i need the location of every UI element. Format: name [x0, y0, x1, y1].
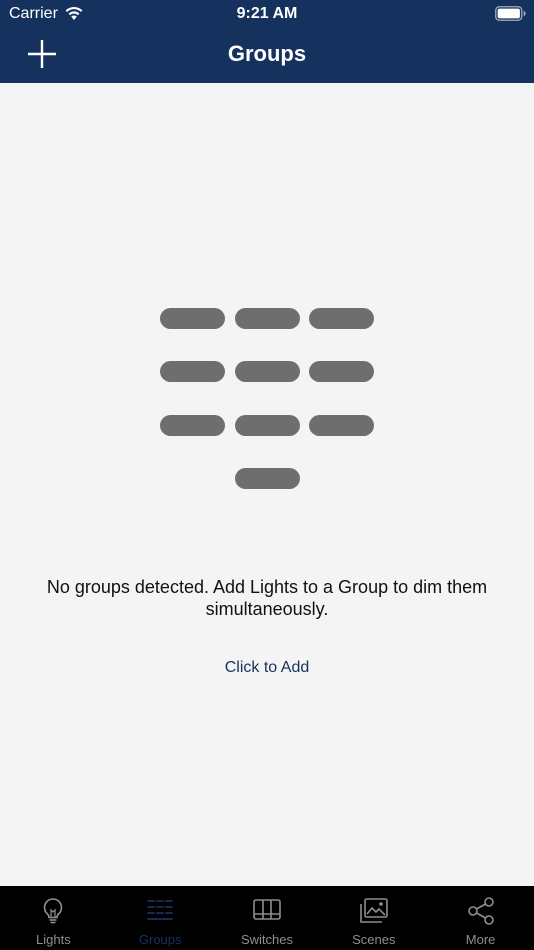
switches-icon — [253, 899, 281, 920]
groups-empty-illustration — [160, 308, 374, 490]
status-bar: Carrier 9:21 AM — [0, 0, 534, 28]
groups-icon — [147, 900, 174, 920]
group-pill-icon — [235, 308, 300, 329]
share-icon — [467, 897, 494, 925]
tab-label: Switches — [240, 932, 293, 947]
tab-switches[interactable]: Switches — [214, 886, 321, 950]
scenes-icon — [359, 898, 388, 923]
screen: Carrier 9:21 AM Groups No groups detecte… — [0, 0, 534, 950]
group-pill-icon — [160, 308, 225, 329]
tab-groups[interactable]: Groups — [107, 886, 214, 950]
group-pill-icon — [309, 308, 374, 329]
navigation-header: Carrier 9:21 AM Groups — [0, 0, 534, 83]
group-pill-icon — [160, 415, 225, 436]
lightbulb-icon — [44, 898, 63, 924]
tab-label: More — [465, 932, 496, 947]
group-pill-icon — [235, 415, 300, 436]
group-pill-icon — [235, 361, 300, 382]
tab-label: Groups — [138, 932, 182, 947]
group-pill-icon — [309, 361, 374, 382]
status-time: 9:21 AM — [236, 5, 298, 22]
tab-label: Scenes — [352, 932, 396, 947]
group-pill-icon — [235, 468, 300, 489]
group-pill-icon — [160, 361, 225, 382]
tab-lights[interactable]: Lights — [0, 886, 107, 950]
tab-bar: Lights Groups Switches Scenes More — [0, 886, 534, 950]
tab-scenes[interactable]: Scenes — [320, 886, 427, 950]
tab-more[interactable]: More — [427, 886, 534, 950]
group-pill-icon — [309, 415, 374, 436]
click-to-add-link[interactable]: Click to Add — [0, 659, 534, 677]
battery-icon — [495, 6, 526, 21]
tab-label: Lights — [36, 932, 71, 947]
empty-state-message: No groups detected. Add Lights to a Grou… — [46, 577, 488, 619]
page-title: Groups — [227, 41, 307, 66]
